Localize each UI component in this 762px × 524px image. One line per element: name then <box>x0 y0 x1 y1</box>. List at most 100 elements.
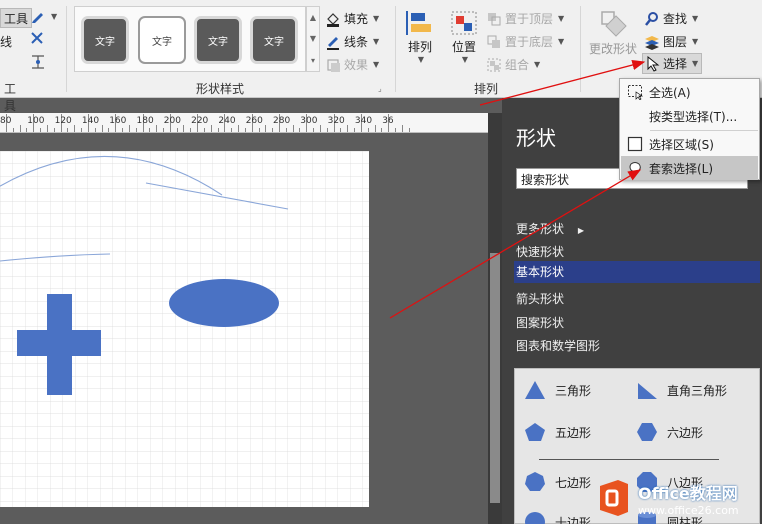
stencil-quick-shapes[interactable]: 快速形状 <box>516 243 564 260</box>
change-shape-button[interactable]: 更改形状 <box>589 8 637 57</box>
shape-master-heptagon[interactable]: 七边形 <box>523 471 591 493</box>
close-tool-button[interactable] <box>30 31 44 45</box>
effect-button[interactable]: 效果 ▼ <box>325 56 379 73</box>
tools-group-label: 工具 <box>3 82 16 113</box>
connector-tool-button[interactable]: 线 <box>0 33 12 50</box>
shape-master-decagon[interactable]: 十边形 <box>523 511 591 524</box>
bring-to-front-button[interactable]: 置于顶层 ▼ <box>486 10 564 27</box>
fill-button[interactable]: 填充 ▼ <box>325 10 379 27</box>
separator <box>66 6 67 92</box>
find-button[interactable]: 查找 ▼ <box>644 10 698 27</box>
style-tile[interactable]: 文字 <box>194 16 242 64</box>
change-shape-label: 更改形状 <box>589 42 638 56</box>
menu-item-label: 套索选择(L) <box>649 161 714 176</box>
style-tile[interactable]: 文字 <box>250 16 298 64</box>
arrange-button[interactable]: 排列 ▼ <box>404 8 436 64</box>
shape-label: 三角形 <box>555 383 592 398</box>
line-button[interactable]: 线条 ▼ <box>325 33 379 50</box>
area-select-icon <box>627 136 643 152</box>
chevron-up-icon[interactable]: ▲ <box>310 13 316 22</box>
stencil-chart-math-shapes[interactable]: 图表和数学图形 <box>516 337 600 354</box>
ruler-minor-tick <box>183 125 185 132</box>
style-tile[interactable]: 文字 <box>138 16 186 64</box>
ruler-minor-tick <box>292 125 294 132</box>
style-tile[interactable]: 文字 <box>81 16 129 64</box>
shape-master-pentagon[interactable]: 五边形 <box>523 421 591 443</box>
arrange-label: 排列 <box>407 40 432 54</box>
ellipse-shape[interactable] <box>169 279 279 327</box>
ruler-label: 36 <box>382 116 394 126</box>
drawing-page[interactable] <box>0 151 369 507</box>
menu-item-select-all[interactable]: 全选(A) <box>621 80 758 104</box>
ruler-minor-tick <box>285 128 287 132</box>
ruler-label: 120 <box>54 116 72 126</box>
change-shape-icon <box>601 11 627 37</box>
pencil-tool-button[interactable]: ▼ <box>30 8 57 24</box>
select-label: 选择 <box>663 57 688 71</box>
shape-master-hexagon[interactable]: 六边形 <box>635 421 703 443</box>
triangle-icon <box>525 381 545 399</box>
ruler-label: 80 <box>0 116 12 126</box>
ruler-minor-tick <box>238 125 240 132</box>
stencil-basic-shapes[interactable]: 基本形状 <box>514 261 760 283</box>
ruler-minor-tick <box>81 128 83 132</box>
position-icon <box>451 11 477 35</box>
ruler-minor-tick <box>176 128 178 132</box>
connection-point-icon <box>32 55 44 69</box>
ruler-minor-tick <box>40 128 42 132</box>
find-label: 查找 <box>663 12 688 26</box>
layers-icon <box>645 35 659 50</box>
ruler-minor-tick <box>313 128 315 132</box>
vertical-scrollbar[interactable] <box>488 113 502 524</box>
select-button[interactable]: 选择 ▼ <box>642 53 703 74</box>
gallery-scroll[interactable]: ▲ ▼ ▾ <box>306 6 320 72</box>
group-label: 组合 <box>505 58 530 72</box>
connection-point-button[interactable] <box>30 54 46 70</box>
ruler-minor-tick <box>395 128 397 132</box>
send-to-back-button[interactable]: 置于底层 ▼ <box>486 33 564 50</box>
layers-button[interactable]: 图层 ▼ <box>644 33 698 50</box>
send-back-label: 置于底层 <box>505 35 554 49</box>
scrollbar-thumb[interactable] <box>490 253 500 503</box>
ruler-minor-tick <box>340 128 342 132</box>
ruler-minor-tick <box>149 128 151 132</box>
lasso-select-icon <box>629 162 641 176</box>
ruler-minor-tick <box>162 128 164 132</box>
decagon-icon <box>525 512 545 524</box>
ruler-minor-tick <box>347 125 349 132</box>
search-icon <box>645 11 658 26</box>
ruler-label: 140 <box>81 116 100 126</box>
shape-master-triangle[interactable]: 三角形 <box>523 379 591 401</box>
shape-master-right-triangle[interactable]: 直角三角形 <box>635 379 727 401</box>
stencil-arrow-shapes[interactable]: 箭头形状 <box>516 290 564 307</box>
line-label: 线条 <box>344 35 369 49</box>
ruler-minor-tick <box>74 125 76 132</box>
pointer-tool-button[interactable]: 工具 <box>0 8 33 28</box>
menu-item-select-by-type[interactable]: 按类型选择(T)... <box>621 104 758 128</box>
select-dropdown-menu: 全选(A) 按类型选择(T)... 选择区域(S) 套索选择(L) <box>619 78 760 180</box>
position-button[interactable]: 位置 ▼ <box>448 8 480 64</box>
chevron-down-icon[interactable]: ▼ <box>310 34 316 43</box>
group-button[interactable]: 组合 ▼ <box>486 56 540 73</box>
ruler-minor-tick <box>231 128 233 132</box>
expand-gallery-icon[interactable]: ▾ <box>311 56 315 65</box>
cursor-arrow-icon <box>647 55 660 72</box>
ruler-minor-tick <box>217 128 219 132</box>
menu-item-lasso-select[interactable]: 套索选择(L) <box>621 156 758 180</box>
menu-item-label: 选择区域(S) <box>649 137 714 152</box>
stencil-more-shapes[interactable]: 更多形状 ▶ <box>516 220 584 237</box>
pencil-icon <box>32 13 43 23</box>
watermark-logo: Office教程网 www.office26.com <box>594 474 760 522</box>
stencil-pattern-shapes[interactable]: 图案形状 <box>516 314 564 331</box>
effect-icon <box>327 58 340 72</box>
connector-tool-label: 线 <box>0 35 13 49</box>
stencil-label: 更多形状 <box>516 222 565 236</box>
menu-item-area-select[interactable]: 选择区域(S) <box>621 132 758 156</box>
ruler-minor-tick <box>190 128 192 132</box>
drawing-canvas <box>0 151 369 507</box>
ruler-label: 180 <box>136 116 154 126</box>
menu-item-label: 全选(A) <box>649 85 691 100</box>
ruler-label: 220 <box>191 116 209 126</box>
dialog-launcher-icon[interactable]: ⌟ <box>378 84 382 93</box>
ruler-minor-tick <box>26 128 28 132</box>
